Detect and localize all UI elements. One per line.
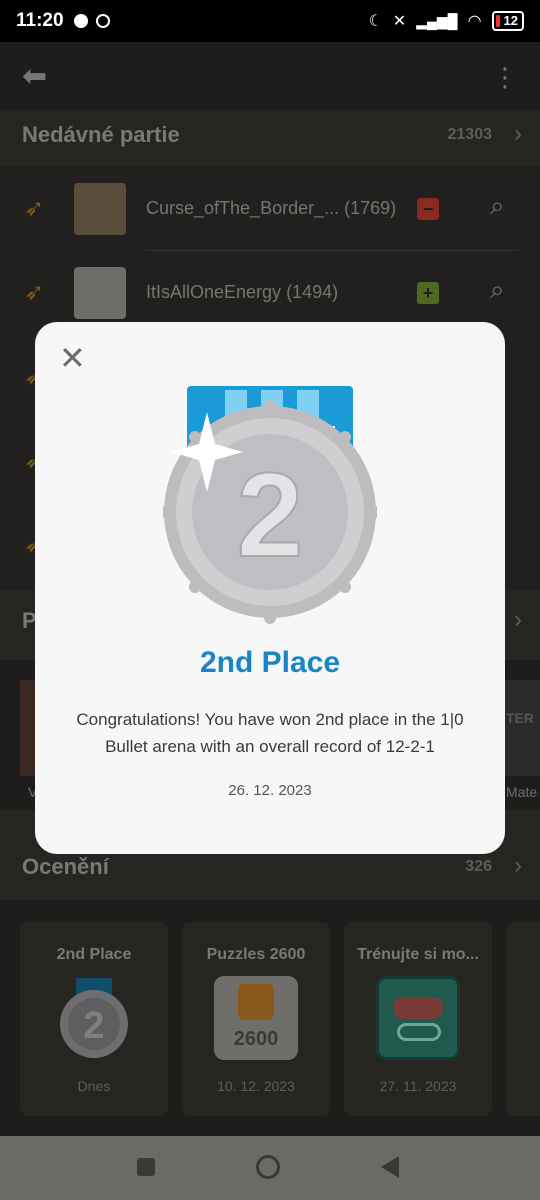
- silver-medal-icon: 2: [163, 386, 377, 624]
- close-icon[interactable]: ✕: [59, 342, 86, 374]
- modal-date: 26. 12. 2023: [228, 782, 312, 799]
- award-modal: ✕ 2 2nd Place Congratulations! You have …: [35, 322, 505, 854]
- modal-message: Congratulations! You have won 2nd place …: [76, 710, 464, 756]
- modal-title: 2nd Place: [199, 646, 341, 679]
- medal-number: 2: [237, 448, 304, 582]
